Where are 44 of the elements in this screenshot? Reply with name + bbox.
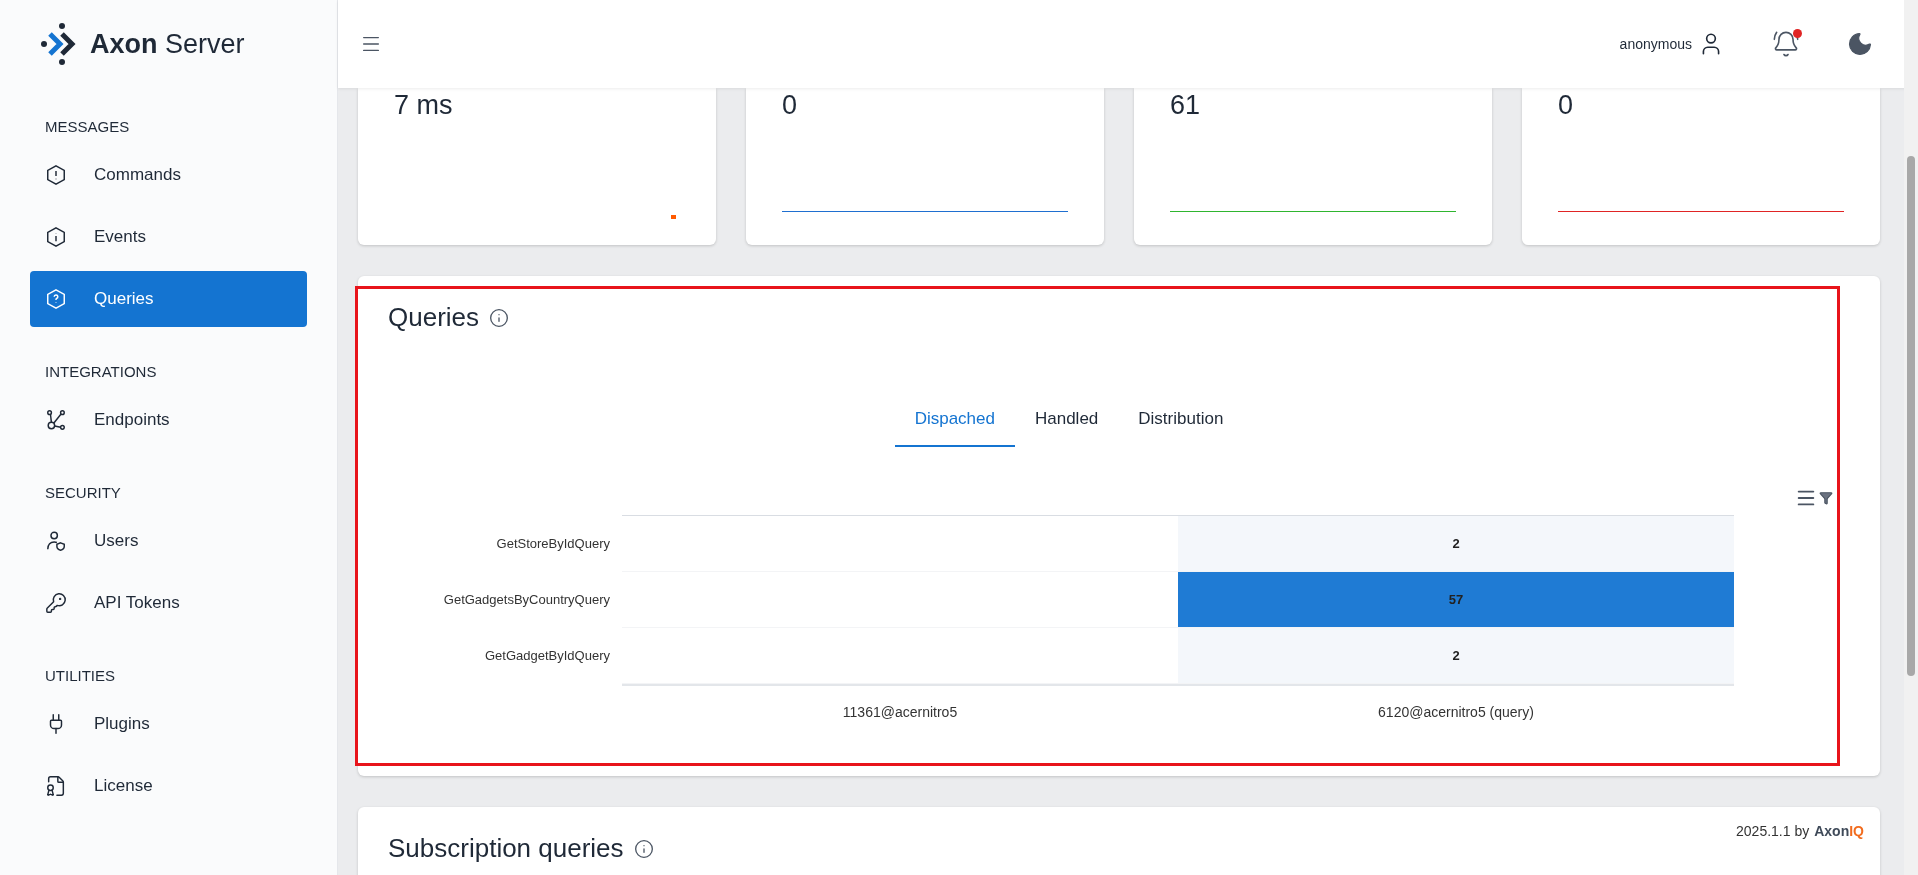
- section-heading: INTEGRATIONS: [44, 363, 158, 380]
- stat-value: 0: [1558, 89, 1574, 122]
- card-title: Queries: [388, 302, 480, 333]
- key-icon: [45, 592, 67, 614]
- nav-item[interactable]: Endpoints: [30, 392, 307, 448]
- heatmap-cell: 2: [1178, 628, 1734, 684]
- row-label: GetGadgetsByCountryQuery: [442, 591, 611, 609]
- nav-item[interactable]: Commands: [30, 147, 307, 203]
- file-badge-icon: [45, 775, 67, 797]
- card-title: Subscription queries: [388, 833, 624, 864]
- section-heading: SECURITY: [44, 484, 122, 501]
- brand-name: Axon: [1814, 823, 1850, 839]
- stat-value: 7 ms: [394, 89, 453, 122]
- section-heading: MESSAGES: [44, 118, 131, 135]
- nav-item[interactable]: Users: [30, 513, 307, 569]
- row-label: GetGadgetByIdQuery: [484, 647, 611, 665]
- hexagon-exclamation-icon: [45, 164, 67, 186]
- row-label: GetStoreByIdQuery: [495, 535, 611, 553]
- stat-value: 61: [1170, 89, 1201, 122]
- stat-value: 0: [782, 89, 798, 122]
- heatmap-cell: 57: [1178, 572, 1734, 628]
- tab[interactable]: Distribution: [1118, 399, 1244, 447]
- nav-item[interactable]: Plugins: [30, 696, 307, 752]
- column-label: 6120@acernitro5 (query): [1178, 684, 1734, 720]
- version-text: 2025.1.1 by: [1736, 823, 1810, 839]
- tab[interactable]: Handled: [1014, 399, 1119, 447]
- info-icon[interactable]: [633, 838, 654, 859]
- heatmap-cell: 2: [1178, 516, 1734, 572]
- info-icon[interactable]: [489, 307, 510, 328]
- section-heading: UTILITIES: [44, 667, 116, 684]
- tab[interactable]: Dispached: [894, 399, 1015, 447]
- scrollbar[interactable]: [1904, 0, 1918, 875]
- user-shield-icon: [45, 530, 67, 552]
- column-label: 11361@acernitro5: [622, 684, 1178, 720]
- user-button[interactable]: anonymous: [1613, 30, 1730, 58]
- brand-suffix: IQ: [1849, 823, 1864, 839]
- nav-item[interactable]: API Tokens: [30, 575, 307, 631]
- nav-item[interactable]: Events: [30, 209, 307, 265]
- hexagon-info-icon: [45, 226, 67, 248]
- nav-item[interactable]: License: [30, 758, 307, 814]
- app-name: Axon Server: [90, 28, 245, 60]
- nodes-icon: [45, 409, 67, 431]
- nav-item[interactable]: Queries: [30, 271, 307, 327]
- hexagon-question-icon: [45, 288, 67, 310]
